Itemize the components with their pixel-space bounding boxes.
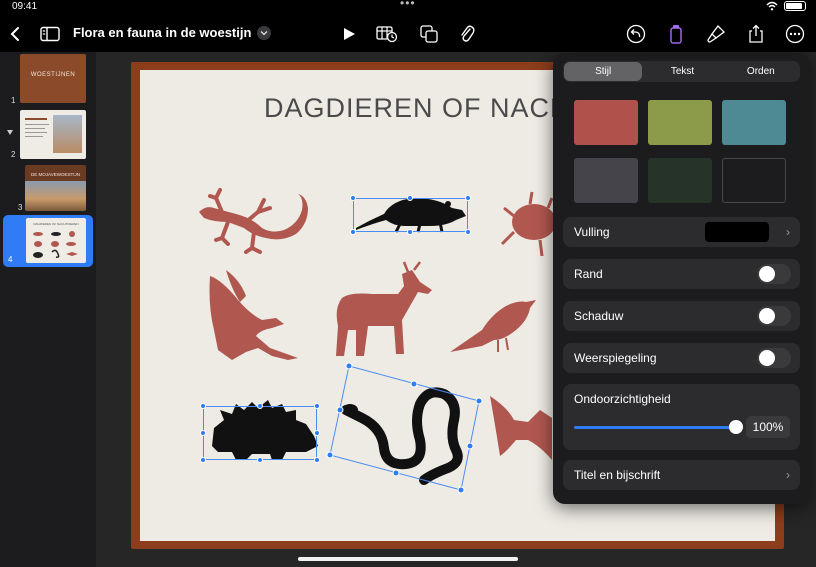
chevron-right-icon: › (786, 225, 790, 239)
style-swatch-outline[interactable] (722, 158, 786, 203)
tab-style[interactable]: Stijl (564, 62, 643, 81)
border-label: Rand (574, 267, 603, 281)
border-row: Rand (563, 259, 800, 289)
fill-row[interactable]: Vulling › (563, 217, 800, 247)
fill-color-swatch[interactable] (705, 222, 769, 242)
caption-row[interactable]: Titel en bijschrift › (563, 460, 800, 490)
opacity-slider-track[interactable] (574, 426, 735, 429)
home-indicator[interactable] (298, 557, 518, 561)
style-swatch-darkgreen[interactable] (648, 158, 712, 203)
reflection-toggle[interactable] (757, 348, 791, 368)
tab-text[interactable]: Tekst (643, 61, 721, 82)
format-popover: Stijl Tekst Orden Vulling › Rand Schaduw… (553, 53, 810, 504)
format-tabs: Stijl Tekst Orden (563, 61, 800, 82)
opacity-slider-knob[interactable] (729, 420, 743, 434)
opacity-section: Ondoorzichtigheid 100% (563, 384, 800, 450)
chevron-right-icon: › (786, 468, 790, 482)
style-swatch-teal[interactable] (722, 100, 786, 145)
reflection-row: Weerspiegeling (563, 343, 800, 373)
style-swatch-green[interactable] (648, 100, 712, 145)
opacity-label: Ondoorzichtigheid (574, 392, 671, 406)
opacity-value-field[interactable]: 100% (746, 416, 790, 438)
style-swatch-red[interactable] (574, 100, 638, 145)
shadow-row: Schaduw (563, 301, 800, 331)
border-toggle[interactable] (757, 264, 791, 284)
fill-label: Vulling (574, 225, 610, 239)
reflection-label: Weerspiegeling (574, 351, 657, 365)
style-swatch-charcoal[interactable] (574, 158, 638, 203)
shadow-toggle[interactable] (757, 306, 791, 326)
caption-label: Titel en bijschrift (574, 468, 661, 482)
tab-arrange[interactable]: Orden (722, 61, 800, 82)
shadow-label: Schaduw (574, 309, 624, 323)
